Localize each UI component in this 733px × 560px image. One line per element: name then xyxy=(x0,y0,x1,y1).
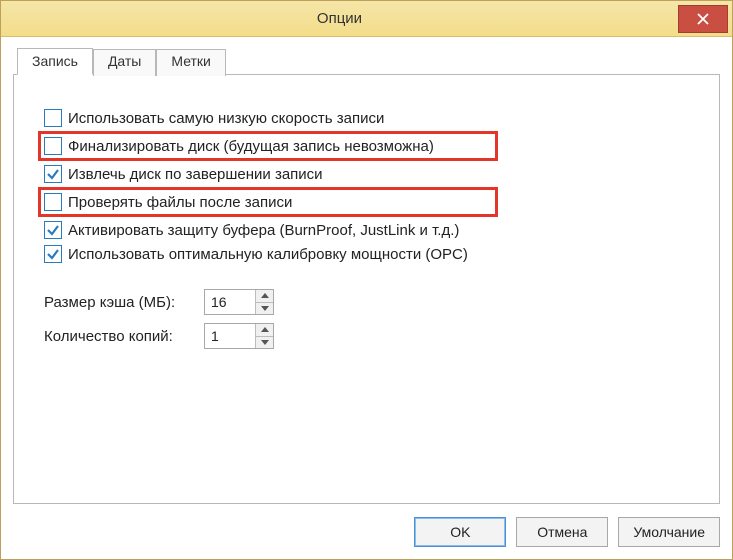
option-eject-after: Извлечь диск по завершении записи xyxy=(44,163,697,185)
cache-size-group: Размер кэша (МБ): xyxy=(44,289,697,315)
option-label[interactable]: Финализировать диск (будущая запись нево… xyxy=(68,138,434,155)
option-buffer-protect: Активировать защиту буфера (BurnProof, J… xyxy=(44,219,697,241)
chevron-up-icon xyxy=(261,293,269,298)
checkbox-verify-files[interactable] xyxy=(44,193,62,211)
check-icon xyxy=(46,167,60,181)
checkbox-finalize-disc[interactable] xyxy=(44,137,62,155)
close-icon xyxy=(697,13,709,25)
checkbox-eject-after[interactable] xyxy=(44,165,62,183)
check-icon xyxy=(46,223,60,237)
spinner-up[interactable] xyxy=(256,324,273,337)
spinner-buttons xyxy=(255,324,273,348)
option-verify-files: Проверять файлы после записи xyxy=(38,187,498,217)
tab-labels[interactable]: Метки xyxy=(156,49,226,76)
spinner-down[interactable] xyxy=(256,303,273,315)
checkbox-opc[interactable] xyxy=(44,245,62,263)
check-icon xyxy=(46,247,60,261)
checkbox-buffer-protect[interactable] xyxy=(44,221,62,239)
tab-panel-write: Использовать самую низкую скорость запис… xyxy=(13,74,720,504)
client-area: Запись Даты Метки Использовать самую низ… xyxy=(1,37,732,559)
option-label[interactable]: Активировать защиту буфера (BurnProof, J… xyxy=(68,222,459,239)
button-label: OK xyxy=(450,524,470,540)
tab-dates[interactable]: Даты xyxy=(93,49,156,76)
tab-write[interactable]: Запись xyxy=(17,48,93,75)
defaults-button[interactable]: Умолчание xyxy=(618,517,720,547)
option-label[interactable]: Проверять файлы после записи xyxy=(68,194,292,211)
tab-label: Запись xyxy=(32,53,78,69)
option-opc: Использовать оптимальную калибровку мощн… xyxy=(44,243,697,265)
spinner-up[interactable] xyxy=(256,290,273,303)
button-label: Умолчание xyxy=(633,524,705,540)
cache-size-label: Размер кэша (МБ): xyxy=(44,294,204,311)
window-title: Опции xyxy=(1,10,678,27)
cache-size-spinner xyxy=(204,289,274,315)
copies-label: Количество копий: xyxy=(44,328,204,345)
copies-input[interactable] xyxy=(205,324,255,348)
titlebar: Опции xyxy=(1,1,732,37)
ok-button[interactable]: OK xyxy=(414,517,506,547)
dialog-footer: OK Отмена Умолчание xyxy=(13,505,720,547)
button-label: Отмена xyxy=(537,524,587,540)
option-finalize-disc: Финализировать диск (будущая запись нево… xyxy=(38,131,498,161)
checkbox-lowest-speed[interactable] xyxy=(44,109,62,127)
option-label[interactable]: Использовать оптимальную калибровку мощн… xyxy=(68,246,468,263)
chevron-down-icon xyxy=(261,340,269,345)
cancel-button[interactable]: Отмена xyxy=(516,517,608,547)
copies-group: Количество копий: xyxy=(44,323,697,349)
tab-strip: Запись Даты Метки xyxy=(13,47,720,74)
option-label[interactable]: Использовать самую низкую скорость запис… xyxy=(68,110,384,127)
option-lowest-speed: Использовать самую низкую скорость запис… xyxy=(44,107,697,129)
copies-spinner xyxy=(204,323,274,349)
cache-size-input[interactable] xyxy=(205,290,255,314)
options-dialog: Опции Запись Даты Метки Использовать сам… xyxy=(0,0,733,560)
spinner-down[interactable] xyxy=(256,337,273,349)
chevron-up-icon xyxy=(261,327,269,332)
tab-label: Даты xyxy=(108,53,141,69)
chevron-down-icon xyxy=(261,306,269,311)
tab-control: Запись Даты Метки Использовать самую низ… xyxy=(13,47,720,505)
option-label[interactable]: Извлечь диск по завершении записи xyxy=(68,166,323,183)
close-button[interactable] xyxy=(678,5,728,33)
tab-label: Метки xyxy=(171,53,211,69)
spinner-buttons xyxy=(255,290,273,314)
